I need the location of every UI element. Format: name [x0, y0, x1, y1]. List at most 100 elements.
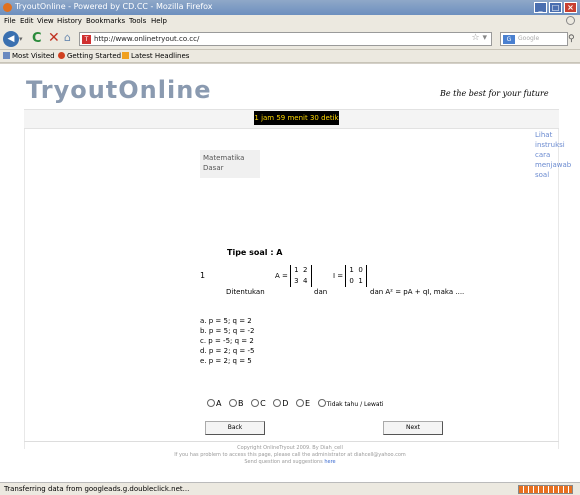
matrix-cell: 0 [349, 277, 354, 285]
menu-view[interactable]: View [37, 17, 54, 25]
subject-label: Matematika Dasar [200, 150, 260, 178]
matrix-cell: 1 [349, 266, 354, 274]
radio-e[interactable]: E [295, 399, 310, 408]
instructions-link[interactable]: Lihat instruksi cara menjawab soal [535, 130, 571, 180]
most-visited-icon [3, 52, 10, 59]
forward-dropdown-icon[interactable]: ▾ [19, 34, 29, 44]
progress-fill [519, 486, 572, 493]
menu-bar: File Edit View History Bookmarks Tools H… [0, 15, 580, 28]
radio-circle[interactable] [317, 399, 326, 407]
matrix-a-label: A = [275, 272, 288, 280]
menu-bookmarks[interactable]: Bookmarks [86, 17, 125, 25]
footer-suggestions-text: Send question and suggestions [244, 459, 323, 465]
countdown-timer: 1 jam 59 menit 30 detik [254, 111, 339, 125]
page-footer: Copyright OnlineTryout 2009. By Diah_cel… [140, 445, 440, 466]
bookmarks-toolbar: Most Visited Getting Started Latest Head… [0, 50, 580, 63]
maximize-button[interactable]: □ [549, 2, 562, 13]
radio-b[interactable]: B [229, 399, 244, 408]
radio-circle[interactable] [273, 399, 282, 407]
search-input[interactable]: Google [518, 35, 539, 42]
close-button[interactable]: × [564, 2, 577, 13]
page-viewport: TryoutOnline Be the best for your future… [0, 64, 580, 482]
question-and-1: dan [314, 288, 328, 296]
footer-contact: If you has problem to access this page, … [174, 452, 406, 458]
status-text: Transferring data from googleads.g.doubl… [4, 485, 190, 493]
google-icon[interactable]: G [503, 35, 515, 44]
window-titlebar: TryoutOnline - Powered by CD.CC - Mozill… [0, 0, 580, 15]
matrix-a: A = 1 2 3 4 [275, 265, 312, 287]
getting-started-icon [58, 52, 65, 59]
site-tagline: Be the best for your future [440, 89, 549, 98]
left-column-divider [24, 129, 25, 449]
next-button[interactable]: Next [383, 421, 443, 435]
radio-a[interactable]: A [207, 399, 221, 408]
radio-c[interactable]: C [251, 399, 266, 408]
bookmark-label: Most Visited [12, 52, 55, 60]
bookmark-getting-started[interactable]: Getting Started [58, 52, 121, 60]
answer-radio-group: A B C D E Tidak tahu / Lewati [207, 399, 389, 408]
loading-progress-bar [518, 485, 573, 494]
bookmark-star-icon[interactable]: ☆ ▾ [472, 33, 487, 43]
site-favicon-icon: T [82, 35, 91, 44]
menu-help[interactable]: Help [151, 17, 167, 25]
question-lead: Ditentukan [226, 288, 265, 296]
radio-circle[interactable] [295, 399, 304, 407]
radio-circle[interactable] [229, 399, 238, 407]
radio-label: B [238, 399, 244, 408]
matrix-cell: 3 [294, 277, 299, 285]
matrix-i-label: I = [333, 272, 344, 280]
option-c: c. p = -5; q = 2 [200, 337, 254, 345]
back-arrow-icon[interactable]: ◀ [3, 31, 19, 47]
radio-label: A [216, 399, 222, 408]
firefox-icon [3, 3, 12, 12]
radio-circle[interactable] [251, 399, 260, 407]
menu-history[interactable]: History [57, 17, 82, 25]
throbber-icon [566, 16, 575, 25]
answer-options-list: a. p = 5; q = 2 b. p = 5; q = -2 c. p = … [200, 316, 254, 366]
status-bar: Transferring data from googleads.g.doubl… [0, 482, 580, 495]
minimize-button[interactable]: _ [534, 2, 547, 13]
search-magnifier-icon[interactable]: ⚲ [568, 34, 575, 44]
home-icon[interactable]: ⌂ [64, 31, 71, 44]
site-logo[interactable]: TryoutOnline [26, 76, 212, 104]
search-box[interactable]: G Google [500, 32, 568, 46]
footer-here-link[interactable]: here [324, 459, 335, 465]
radio-label: C [260, 399, 266, 408]
footer-suggestions: Send question and suggestions here [140, 459, 440, 466]
reload-icon[interactable]: C [32, 31, 42, 46]
radio-label: Tidak tahu / Lewati [326, 401, 384, 408]
radio-skip[interactable]: Tidak tahu / Lewati [317, 399, 384, 408]
matrix-i-values: 1 0 0 1 [345, 265, 367, 287]
bookmark-label: Getting Started [67, 52, 122, 60]
rss-icon [122, 52, 129, 59]
window-title: TryoutOnline - Powered by CD.CC - Mozill… [15, 2, 213, 11]
bookmark-latest-headlines[interactable]: Latest Headlines [122, 52, 189, 60]
back-button[interactable]: Back [205, 421, 265, 435]
stop-icon[interactable]: ✕ [48, 30, 60, 46]
radio-d[interactable]: D [273, 399, 288, 408]
radio-label: D [282, 399, 289, 408]
navigation-toolbar: ◀ ▾ C ✕ ⌂ T http://www.onlinetryout.co.c… [0, 28, 580, 50]
matrix-cell: 2 [303, 266, 308, 274]
matrix-a-values: 1 2 3 4 [290, 265, 312, 287]
matrix-i: I = 1 0 0 1 [333, 265, 367, 287]
bookmark-label: Latest Headlines [131, 52, 190, 60]
bookmark-most-visited[interactable]: Most Visited [3, 52, 55, 60]
question-type: Tipe soal : A [227, 248, 283, 257]
matrix-cell: 1 [358, 277, 363, 285]
question-tail: dan A² = pA + qI, maka .... [370, 288, 465, 296]
menu-file[interactable]: File [4, 17, 16, 25]
address-url[interactable]: http://www.onlinetryout.co.cc/ [94, 35, 199, 43]
matrix-cell: 1 [294, 266, 299, 274]
question-number: 1 [200, 271, 206, 280]
footer-copyright: Copyright OnlineTryout 2009. By Diah_cel… [237, 445, 343, 451]
option-b: b. p = 5; q = -2 [200, 327, 255, 335]
matrix-cell: 4 [303, 277, 308, 285]
address-bar[interactable]: T http://www.onlinetryout.co.cc/ ☆ ▾ [79, 32, 492, 46]
radio-circle[interactable] [207, 399, 215, 407]
matrix-cell: 0 [358, 266, 363, 274]
footer-divider [24, 441, 559, 442]
menu-tools[interactable]: Tools [129, 17, 146, 25]
menu-edit[interactable]: Edit [20, 17, 34, 25]
option-d: d. p = 2; q = -5 [200, 347, 255, 355]
